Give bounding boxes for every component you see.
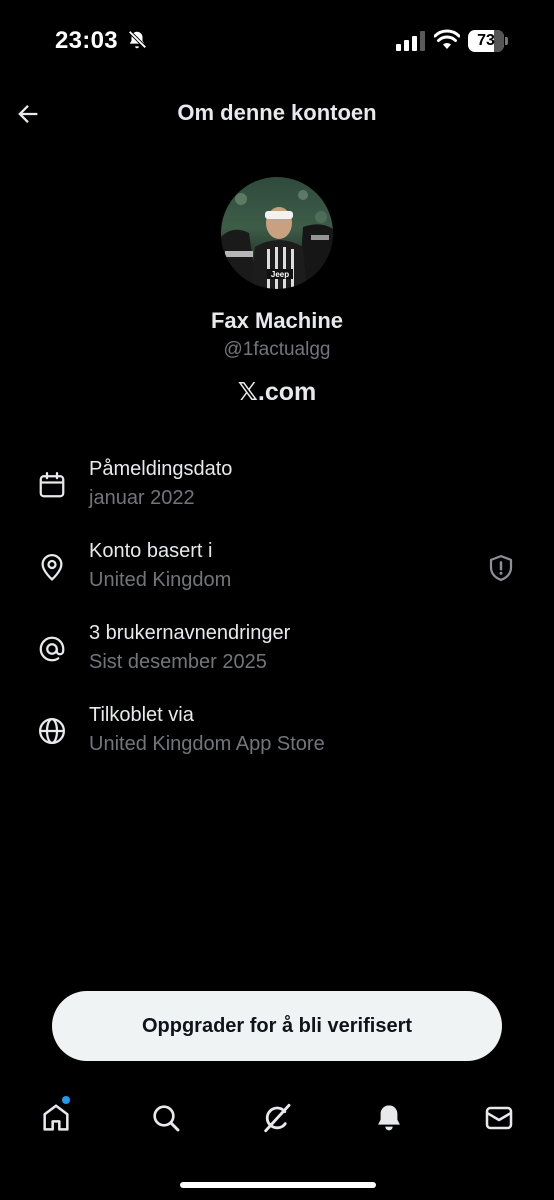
info-subtitle: United Kingdom [89,569,232,591]
status-bar: 23:03 73 [0,0,554,80]
info-item-join-date: Påmeldingsdato januar 2022 [0,458,554,528]
svg-text:Jeep: Jeep [271,270,289,279]
battery-percent: 73 [477,32,495,49]
nav-messages[interactable] [477,1096,521,1140]
account-info-screen: 23:03 73 Om denne kontoen Jeep Fax Machi… [0,0,554,1200]
info-title: Påmeldingsdato [89,458,233,480]
wifi-icon [434,29,460,49]
nav-grok[interactable] [255,1096,299,1140]
search-icon [153,1105,180,1132]
bell-icon [378,1105,400,1131]
grok-icon [264,1103,291,1133]
battery-indicator: 73 [468,30,508,52]
mail-icon [485,1106,513,1130]
nav-home[interactable] [34,1096,78,1140]
display-name: Fax Machine [210,308,344,333]
bell-muted-icon [128,30,147,49]
at-sign-icon [39,636,65,662]
status-time: 23:03 [55,27,118,54]
nav-search[interactable] [144,1096,188,1140]
upgrade-verified-button[interactable]: Oppgrader for å bli verifisert [52,991,502,1061]
info-subtitle: januar 2022 [89,487,195,509]
info-subtitle: Sist desember 2025 [89,651,267,673]
username-handle: @1factualgg [223,339,331,360]
profile-photo: Jeep [221,177,333,289]
info-title: Tilkoblet via [89,704,194,726]
home-notification-dot [62,1096,70,1104]
info-item-account-location: Konto basert i United Kingdom [0,540,554,610]
site-label: 𝕏.com [237,378,317,406]
globe-icon [39,718,65,744]
shield-exclamation-icon[interactable] [486,553,516,583]
info-title: 3 brukernavnendringer [89,622,291,644]
page-title: Om denne kontoen [177,100,377,125]
cellular-signal-icon [396,31,425,51]
info-item-connected-via: Tilkoblet via United Kingdom App Store [0,704,554,774]
location-pin-icon [41,553,63,581]
info-title: Konto basert i [89,540,213,562]
calendar-icon [39,472,65,498]
avatar[interactable]: Jeep [221,177,333,289]
nav-notifications[interactable] [367,1096,411,1140]
home-indicator-bar[interactable] [180,1182,376,1188]
info-item-username-changes: 3 brukernavnendringer Sist desember 2025 [0,622,554,692]
home-icon [43,1104,69,1131]
info-subtitle: United Kingdom App Store [89,733,325,755]
